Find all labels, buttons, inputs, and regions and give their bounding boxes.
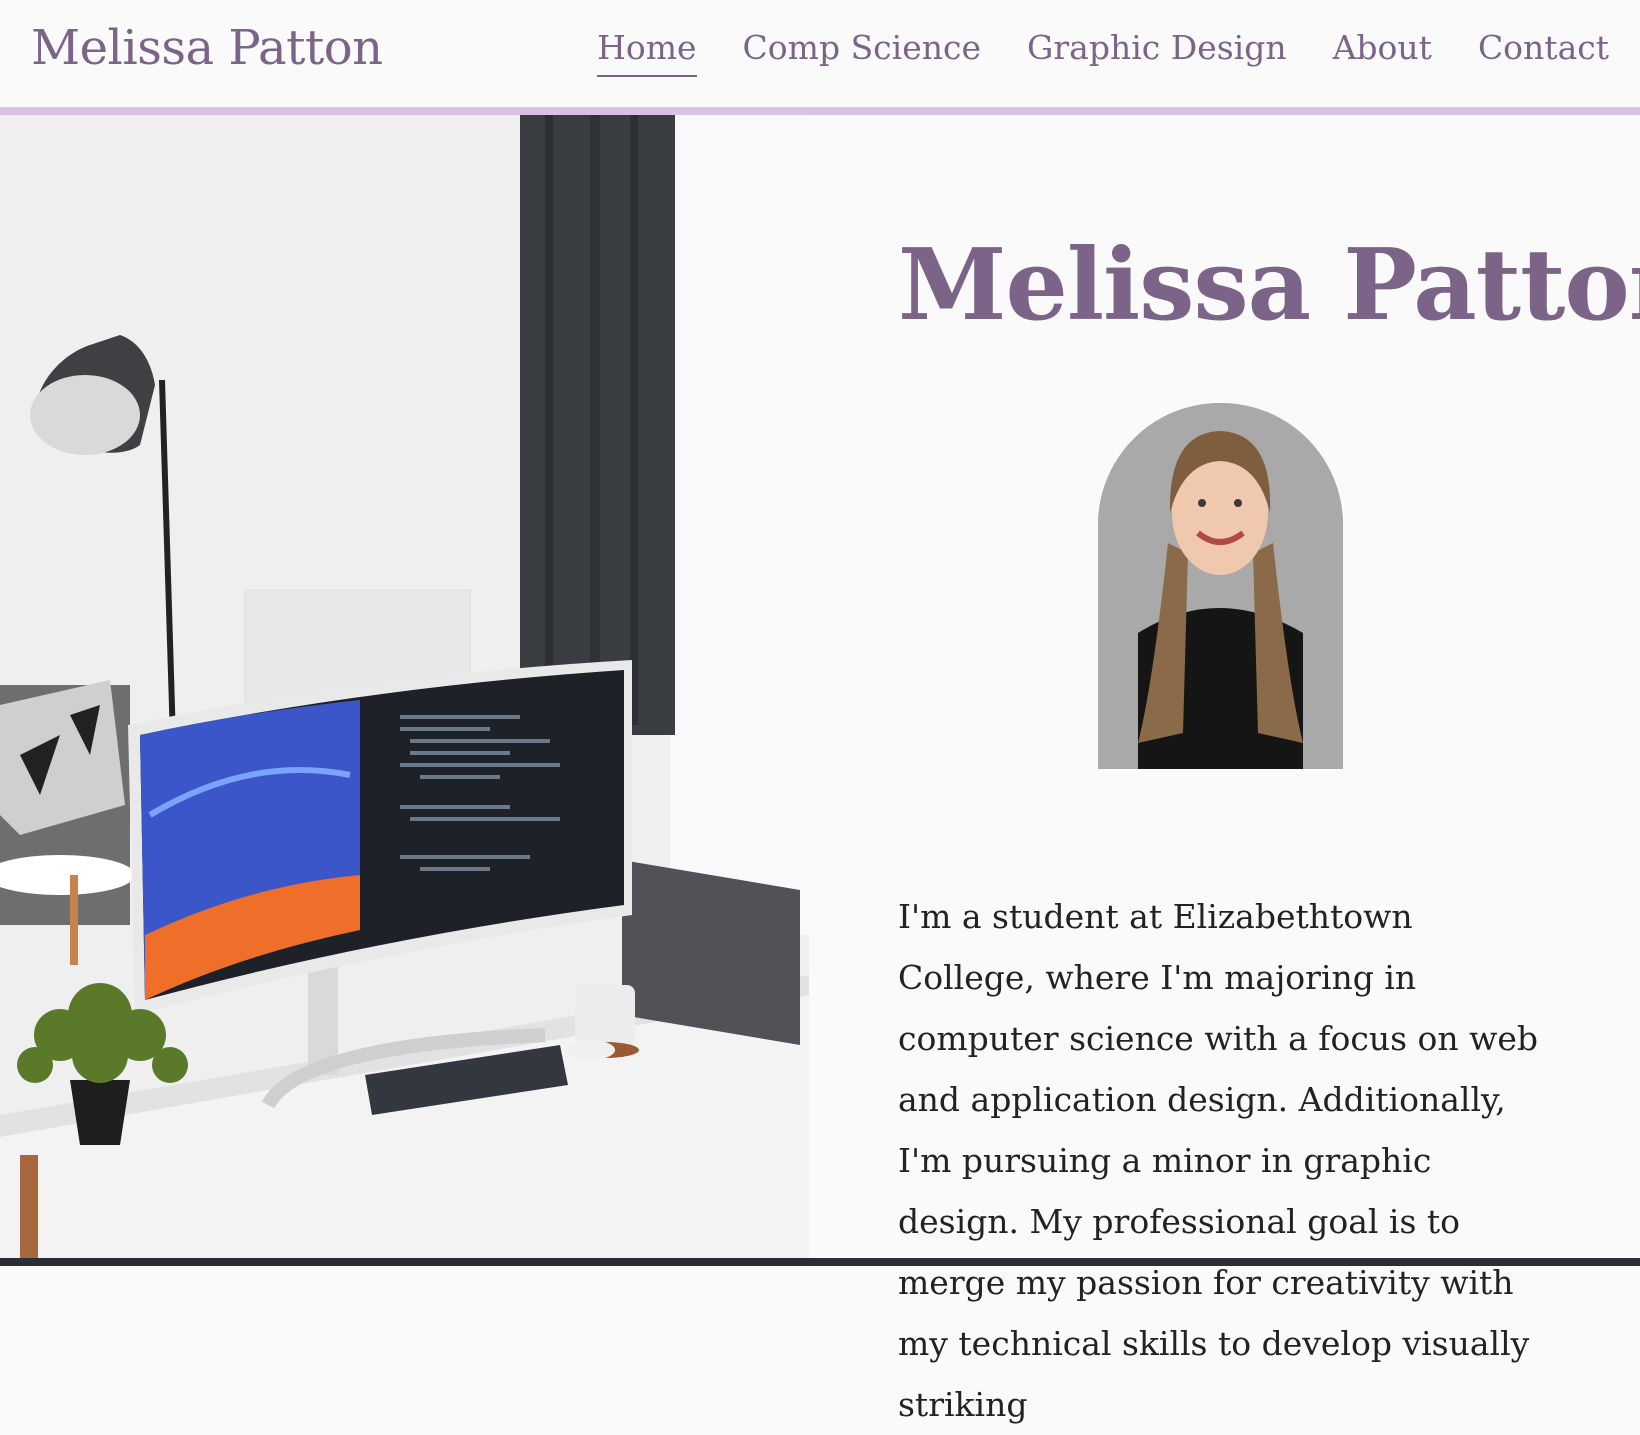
bottom-edge bbox=[0, 1258, 1640, 1266]
nav-contact[interactable]: Contact bbox=[1478, 28, 1609, 77]
nav-comp-science[interactable]: Comp Science bbox=[743, 28, 981, 77]
main-nav: Home Comp Science Graphic Design About C… bbox=[597, 28, 1609, 77]
site-header: Melissa Patton Home Comp Science Graphic… bbox=[0, 0, 1640, 115]
profile-photo bbox=[1098, 403, 1343, 769]
nav-home[interactable]: Home bbox=[597, 28, 697, 77]
hero-title: Melissa Patton bbox=[898, 227, 1640, 343]
site-brand[interactable]: Melissa Patton bbox=[31, 20, 383, 76]
nav-about[interactable]: About bbox=[1333, 28, 1432, 77]
workspace-illustration bbox=[0, 115, 809, 1258]
workspace-photo bbox=[0, 115, 809, 1258]
bio-text: I'm a student at Elizabethtown College, … bbox=[898, 897, 1539, 1424]
portrait-illustration bbox=[1098, 403, 1343, 769]
nav-graphic-design[interactable]: Graphic Design bbox=[1027, 28, 1287, 77]
